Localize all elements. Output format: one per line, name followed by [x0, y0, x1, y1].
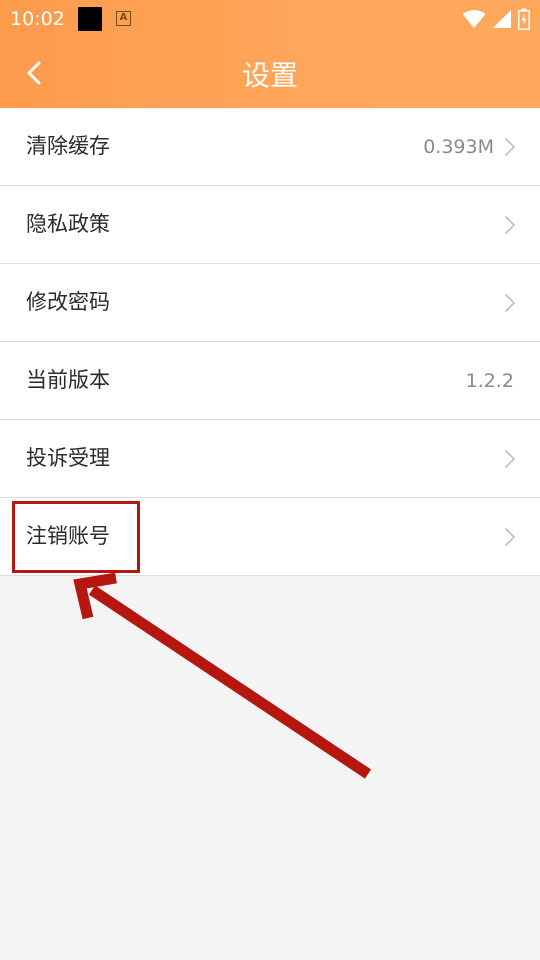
a-icon: A: [116, 11, 131, 26]
nav-bar: 设置: [0, 38, 540, 108]
header-bar: 10:02 A 设置: [0, 0, 540, 108]
settings-item-label: 隐私政策: [26, 212, 110, 236]
status-time: 10:02: [10, 8, 65, 30]
settings-item-label: 清除缓存: [26, 134, 110, 158]
page-title: 设置: [241, 59, 298, 92]
cache-size-value: 0.393M: [423, 136, 494, 158]
status-icons: [462, 7, 530, 31]
settings-item-complaints[interactable]: 投诉受理: [0, 420, 540, 498]
settings-item-change-password[interactable]: 修改密码: [0, 264, 540, 342]
chevron-right-icon: [505, 450, 515, 468]
status-bar: 10:02 A: [0, 0, 540, 38]
settings-item-privacy-policy[interactable]: 隐私政策: [0, 186, 540, 264]
chevron-right-icon: [505, 294, 515, 312]
black-square-icon: [78, 7, 102, 31]
settings-item-label: 当前版本: [26, 368, 110, 392]
settings-item-current-version: 当前版本 1.2.2: [0, 342, 540, 420]
chevron-right-icon: [505, 138, 515, 156]
chevron-right-icon: [505, 528, 515, 546]
settings-list: 清除缓存 0.393M 隐私政策 修改密码 当前版本 1.2.2 投诉受理 注销…: [0, 108, 540, 576]
settings-screen: 10:02 A 设置 清除缓存 0.393M 隐私政策 修改密码 当前版本 1.…: [0, 0, 540, 960]
chevron-right-icon: [505, 216, 515, 234]
wifi-icon: [462, 10, 486, 28]
version-value: 1.2.2: [465, 370, 514, 392]
signal-icon: [493, 10, 511, 28]
settings-item-label: 投诉受理: [26, 446, 110, 470]
settings-item-clear-cache[interactable]: 清除缓存 0.393M: [0, 108, 540, 186]
settings-item-delete-account[interactable]: 注销账号: [0, 498, 540, 576]
settings-item-label: 注销账号: [26, 524, 110, 548]
settings-item-label: 修改密码: [26, 290, 110, 314]
battery-charging-icon: [518, 8, 530, 30]
